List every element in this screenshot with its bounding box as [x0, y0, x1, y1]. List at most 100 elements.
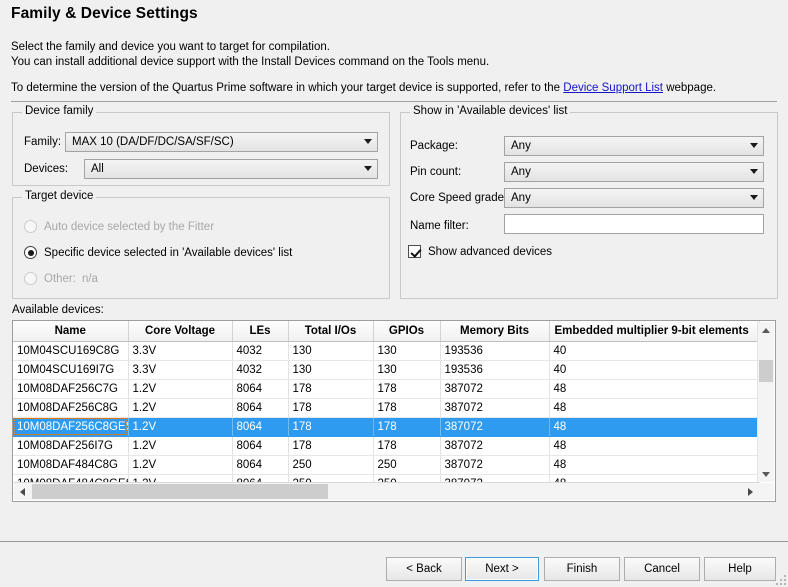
family-combo-value: MAX 10 (DA/DF/DC/SA/SF/SC): [72, 136, 234, 148]
header-divider: [11, 101, 777, 102]
device-support-list-link[interactable]: Device Support List: [563, 82, 663, 94]
table-cell[interactable]: 178: [288, 398, 374, 418]
radio-specific-device-label: Specific device selected in 'Available d…: [44, 246, 293, 259]
help-button[interactable]: Help: [704, 557, 776, 581]
table-cell[interactable]: 4032: [232, 360, 289, 380]
radio-auto-device-label: Auto device selected by the Fitter: [44, 220, 215, 233]
table-cell[interactable]: 178: [373, 417, 441, 437]
footer-divider: [0, 541, 788, 542]
table-column-header[interactable]: Name: [13, 321, 129, 342]
next-button[interactable]: Next >: [465, 557, 539, 581]
table-column-header[interactable]: LEs: [232, 321, 289, 342]
table-column-header[interactable]: Embedded multiplier 9-bit elements: [549, 321, 760, 342]
horizontal-scrollbar[interactable]: [14, 482, 759, 500]
table-cell[interactable]: 178: [373, 436, 441, 456]
table-cell[interactable]: 1.2V: [128, 455, 233, 475]
table-cell[interactable]: 8064: [232, 398, 289, 418]
table-cell[interactable]: 250: [373, 455, 441, 475]
table-cell[interactable]: 48: [549, 379, 760, 399]
table-cell[interactable]: 178: [373, 398, 441, 418]
pin-count-label: Pin count:: [410, 166, 462, 178]
table-cell[interactable]: 387072: [440, 417, 550, 437]
table-cell[interactable]: 40: [549, 341, 760, 361]
show-advanced-devices-checkbox-row[interactable]: Show advanced devices: [408, 245, 552, 258]
table-cell[interactable]: 1.2V: [128, 398, 233, 418]
table-row[interactable]: 10M04SCU169C8G 3.3V 4032 130 130 193536 40: [13, 341, 760, 361]
core-speed-grade-combo[interactable]: Any: [504, 188, 764, 208]
table-cell[interactable]: 48: [549, 436, 760, 456]
table-cell[interactable]: 1.2V: [128, 436, 233, 456]
table-column-header[interactable]: GPIOs: [373, 321, 441, 342]
radio-specific-device[interactable]: Specific device selected in 'Available d…: [24, 246, 292, 259]
table-cell[interactable]: 48: [549, 455, 760, 475]
table-cell[interactable]: 10M08DAF484C8G: [13, 455, 129, 475]
table-cell[interactable]: 10M08DAF256I7G: [13, 436, 129, 456]
vertical-scrollbar[interactable]: [757, 322, 774, 482]
table-cell[interactable]: 48: [549, 398, 760, 418]
pin-count-combo[interactable]: Any: [504, 162, 764, 182]
table-cell[interactable]: 178: [288, 379, 374, 399]
table-cell[interactable]: 8064: [232, 379, 289, 399]
table-cell[interactable]: 10M08DAF256C7G: [13, 379, 129, 399]
table-cell[interactable]: 48: [549, 417, 760, 437]
horizontal-scrollbar-thumb[interactable]: [32, 484, 328, 499]
table-cell[interactable]: 130: [288, 341, 374, 361]
table-cell[interactable]: 178: [373, 379, 441, 399]
table-cell[interactable]: 130: [373, 360, 441, 380]
chevron-down-icon: [745, 189, 763, 207]
table-cell[interactable]: 193536: [440, 360, 550, 380]
chevron-down-icon: [359, 160, 377, 178]
table-cell[interactable]: 8064: [232, 436, 289, 456]
table-cell[interactable]: 193536: [440, 341, 550, 361]
table-column-header[interactable]: Core Voltage: [128, 321, 233, 342]
table-row[interactable]: 10M04SCU169I7G 3.3V 4032 130 130 193536 40: [13, 360, 760, 380]
table-cell[interactable]: 4032: [232, 341, 289, 361]
table-cell[interactable]: 3.3V: [128, 360, 233, 380]
scroll-down-icon[interactable]: [758, 466, 774, 482]
back-button[interactable]: < Back: [386, 557, 462, 581]
table-cell[interactable]: 178: [288, 436, 374, 456]
scroll-up-icon[interactable]: [758, 322, 774, 338]
family-combo[interactable]: MAX 10 (DA/DF/DC/SA/SF/SC): [65, 132, 378, 152]
intro-line-1: Select the family and device you want to…: [11, 41, 330, 53]
table-cell[interactable]: 10M08DAF256C8G: [13, 398, 129, 418]
available-devices-label: Available devices:: [12, 304, 104, 316]
resize-grip-icon[interactable]: [774, 573, 786, 585]
table-cell[interactable]: 10M04SCU169I7G: [13, 360, 129, 380]
table-cell[interactable]: 130: [373, 341, 441, 361]
table-cell[interactable]: 10M08DAF256C8GES: [13, 417, 129, 437]
table-column-header[interactable]: Memory Bits: [440, 321, 550, 342]
pin-count-combo-value: Any: [511, 166, 531, 178]
table-row[interactable]: 10M08DAF256C8G 1.2V 8064 178 178 387072 48: [13, 398, 760, 418]
devices-combo[interactable]: All: [84, 159, 378, 179]
package-combo[interactable]: Any: [504, 136, 764, 156]
table-cell[interactable]: 1.2V: [128, 417, 233, 437]
table-row[interactable]: 10M08DAF484C8G 1.2V 8064 250 250 387072 48: [13, 455, 760, 475]
table-cell[interactable]: 10M04SCU169C8G: [13, 341, 129, 361]
vertical-scrollbar-thumb[interactable]: [759, 360, 773, 382]
table-cell[interactable]: 3.3V: [128, 341, 233, 361]
table-cell[interactable]: 178: [288, 417, 374, 437]
table-cell[interactable]: 40: [549, 360, 760, 380]
intro-line-3-suffix: webpage.: [663, 82, 717, 94]
table-cell[interactable]: 1.2V: [128, 379, 233, 399]
table-column-header[interactable]: Total I/Os: [288, 321, 374, 342]
table-cell[interactable]: 387072: [440, 379, 550, 399]
table-cell[interactable]: 387072: [440, 398, 550, 418]
radio-other-device[interactable]: Other: n/a: [24, 272, 98, 285]
cancel-button[interactable]: Cancel: [624, 557, 700, 581]
table-cell[interactable]: 387072: [440, 455, 550, 475]
table-row[interactable]: 10M08DAF256C8GES 1.2V 8064 178 178 387072 48: [13, 417, 760, 437]
table-cell[interactable]: 130: [288, 360, 374, 380]
table-cell[interactable]: 250: [288, 455, 374, 475]
radio-auto-device[interactable]: Auto device selected by the Fitter: [24, 220, 214, 233]
table-cell[interactable]: 8064: [232, 455, 289, 475]
table-cell[interactable]: 8064: [232, 417, 289, 437]
table-cell[interactable]: 387072: [440, 436, 550, 456]
table-row[interactable]: 10M08DAF256I7G 1.2V 8064 178 178 387072 48: [13, 436, 760, 456]
finish-button[interactable]: Finish: [544, 557, 620, 581]
scroll-left-icon[interactable]: [14, 483, 31, 500]
target-device-group-title: Target device: [22, 190, 97, 202]
name-filter-input[interactable]: [504, 214, 764, 234]
table-row[interactable]: 10M08DAF256C7G 1.2V 8064 178 178 387072 48: [13, 379, 760, 399]
